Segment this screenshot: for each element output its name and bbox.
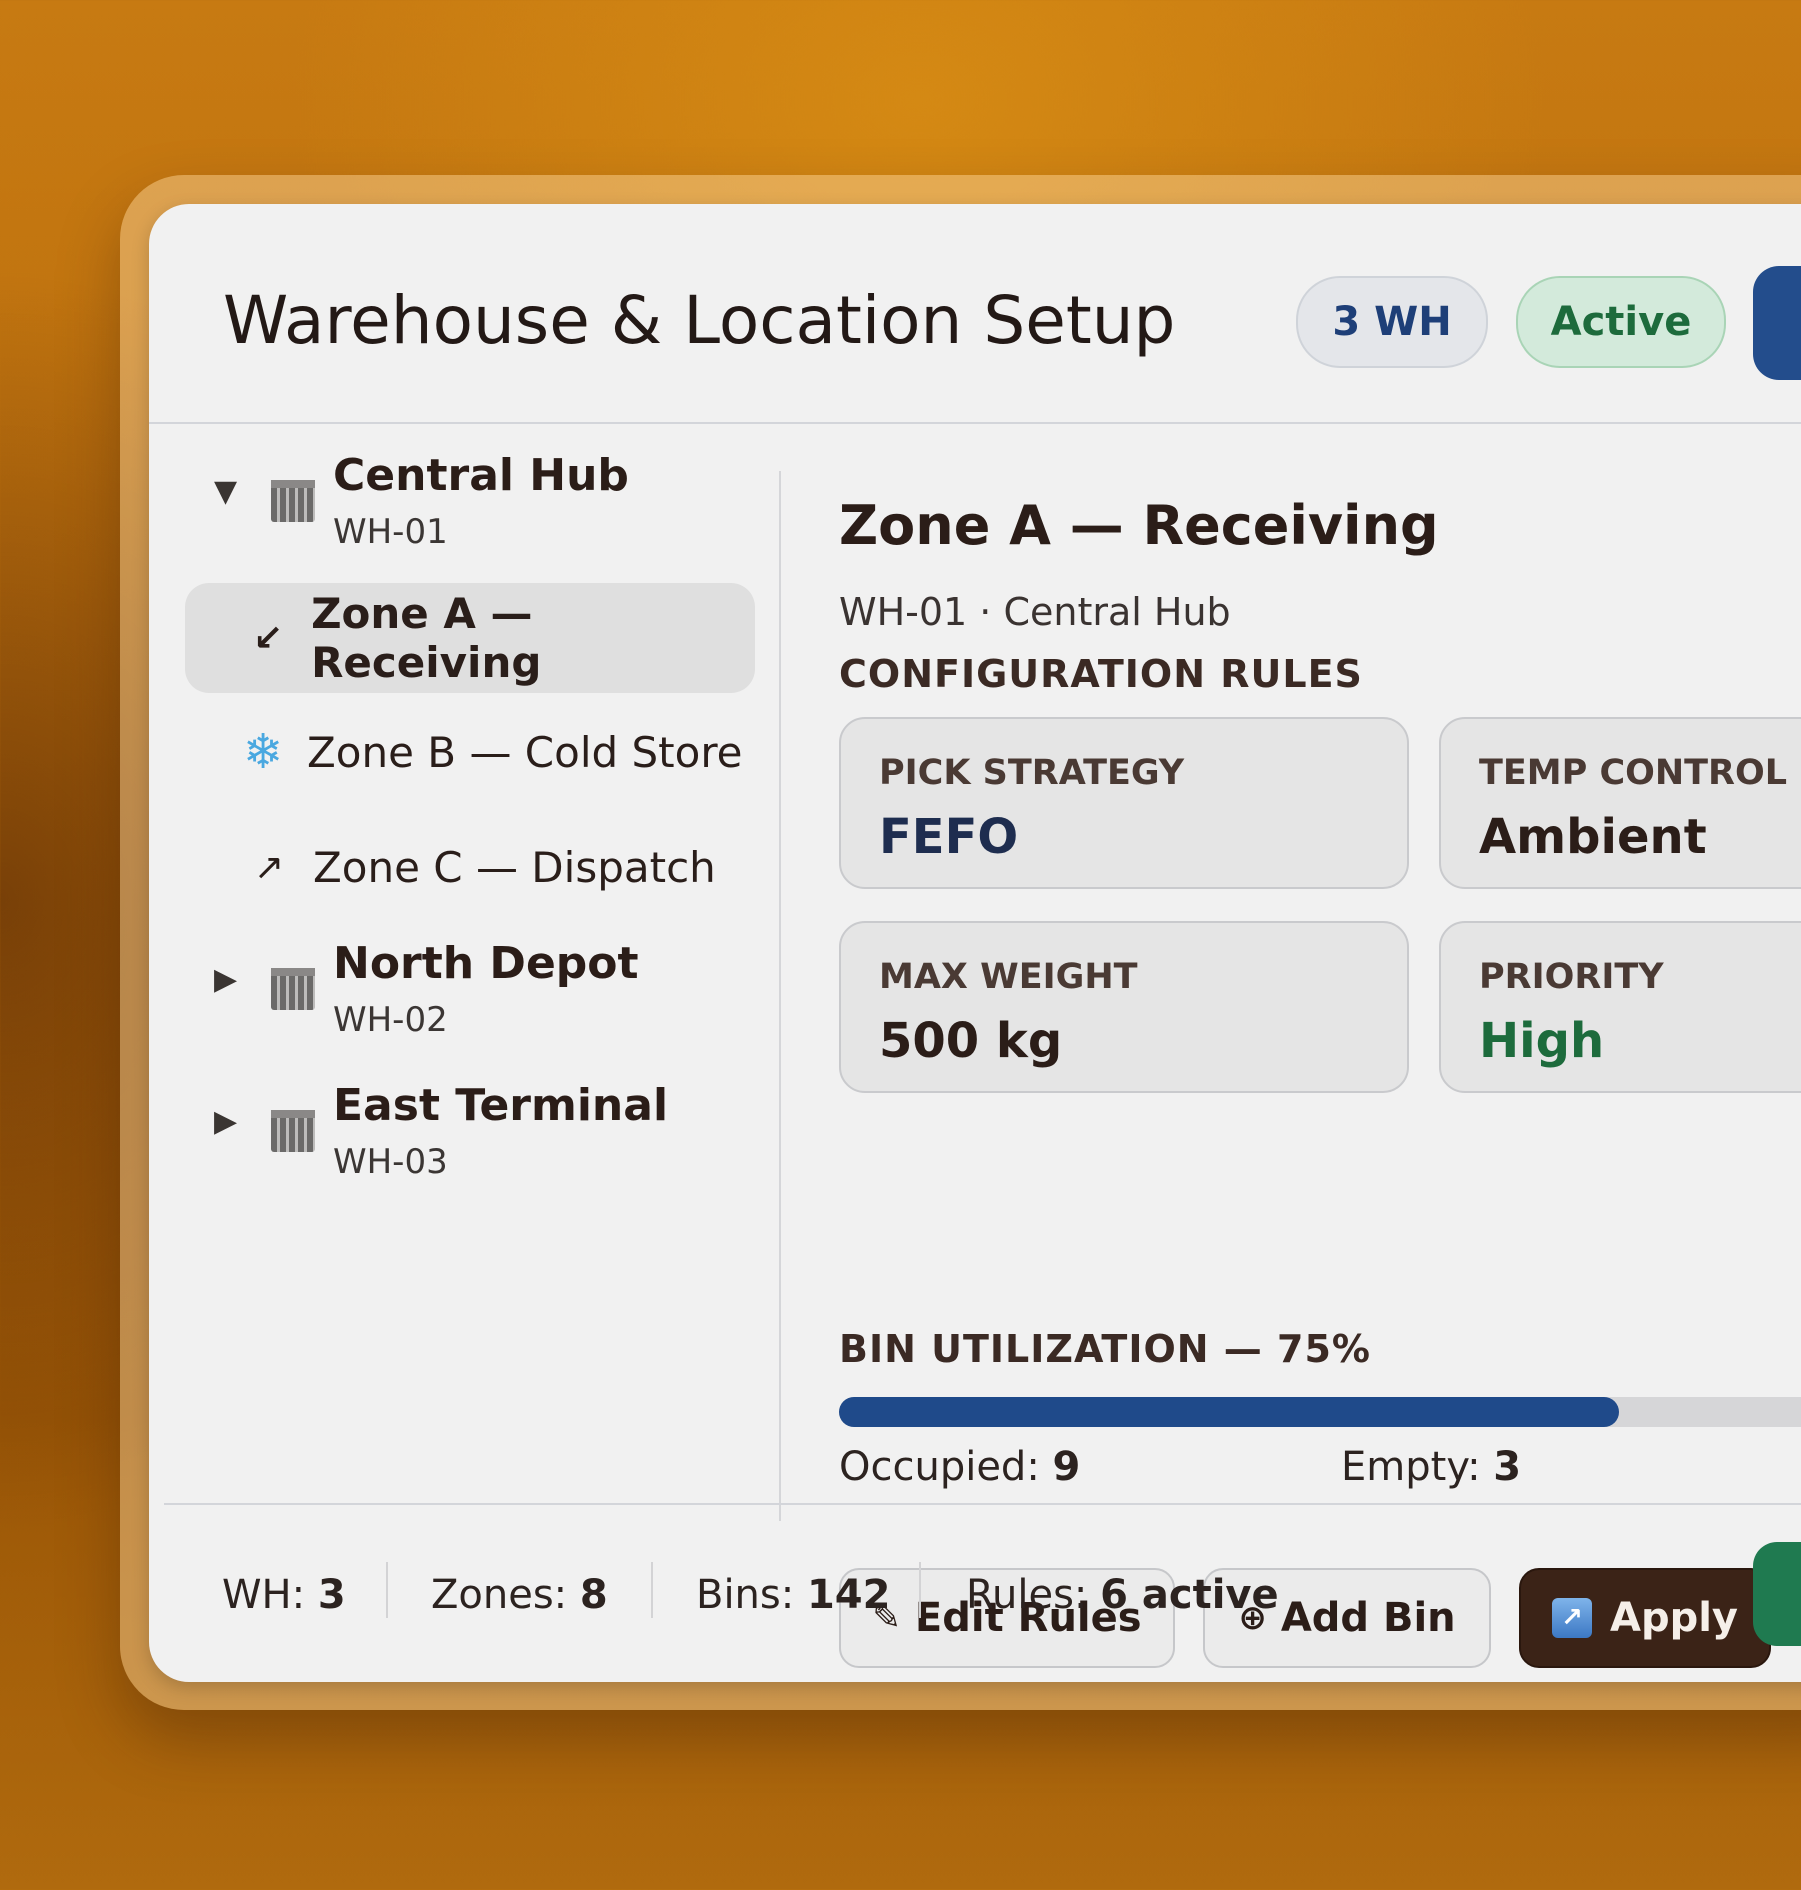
footer-rules-count: Rules: 6 active bbox=[966, 1572, 1279, 1618]
tree-item-east-terminal[interactable]: ▶ East Terminal WH-03 bbox=[149, 1052, 779, 1182]
rule-label: PRIORITY bbox=[1479, 957, 1664, 997]
rule-value: High bbox=[1479, 1013, 1605, 1069]
warehouse-name: East Terminal bbox=[333, 1080, 669, 1131]
rule-label: MAX WEIGHT bbox=[879, 957, 1138, 997]
warehouse-tree: ▼ Central Hub WH-01 ↙ Zone A — Receiving… bbox=[149, 422, 779, 1462]
rule-card-max-weight[interactable]: MAX WEIGHT 500 kg bbox=[839, 921, 1409, 1093]
footer-stats: WH: 3 Zones: 8 Bins: 142 Rules: 6 active bbox=[149, 1504, 1801, 1682]
arrow-up-right-icon: ↗ bbox=[253, 846, 285, 888]
footer-zone-count: Zones: 8 bbox=[431, 1572, 608, 1618]
occupied-stat: Occupied: 9 bbox=[839, 1444, 1081, 1490]
expanded-triangle-icon[interactable]: ▼ bbox=[214, 474, 237, 509]
page-title: Warehouse & Location Setup bbox=[223, 282, 1176, 359]
zone-label: Zone C — Dispatch bbox=[313, 842, 716, 892]
zone-detail-panel: Zone A — Receiving WH-01 · Central Hub C… bbox=[839, 422, 1801, 1668]
tree-item-zone-a[interactable]: ↙ Zone A — Receiving bbox=[185, 583, 755, 693]
header-action-button[interactable] bbox=[1753, 266, 1801, 380]
snowflake-icon: ❄ bbox=[243, 724, 284, 780]
rule-label: TEMP CONTROL bbox=[1479, 753, 1788, 793]
rule-card-temp-control[interactable]: TEMP CONTROL Ambient bbox=[1439, 717, 1801, 889]
rule-label: PICK STRATEGY bbox=[879, 753, 1185, 793]
footer-warehouse-count: WH: 3 bbox=[222, 1572, 346, 1618]
building-icon bbox=[271, 968, 315, 1010]
bin-utilization-heading: BIN UTILIZATION — 75% bbox=[839, 1327, 1371, 1371]
collapsed-triangle-icon[interactable]: ▶ bbox=[214, 962, 237, 997]
tree-item-north-depot[interactable]: ▶ North Depot WH-02 bbox=[149, 910, 779, 1040]
building-icon bbox=[271, 1110, 315, 1152]
zone-label: Zone B — Cold Store bbox=[307, 727, 743, 777]
zone-subtitle: WH-01 · Central Hub bbox=[839, 590, 1231, 634]
arrow-down-left-icon: ↙ bbox=[252, 617, 284, 659]
building-icon bbox=[271, 480, 315, 522]
utilization-progress-bar bbox=[839, 1397, 1801, 1427]
status-badge: Active bbox=[1516, 276, 1726, 368]
zone-label: Zone A — Receiving bbox=[311, 589, 542, 687]
tree-item-zone-b[interactable]: ❄ Zone B — Cold Store bbox=[185, 697, 755, 807]
sidebar-divider bbox=[779, 471, 781, 1521]
app-window: Warehouse & Location Setup 3 WH Active ▼… bbox=[149, 204, 1801, 1682]
tree-item-central-hub[interactable]: ▼ Central Hub WH-01 bbox=[149, 422, 779, 552]
footer-separator bbox=[919, 1562, 921, 1618]
empty-stat: Empty: 3 bbox=[1341, 1444, 1522, 1490]
rule-value: FEFO bbox=[879, 809, 1019, 865]
rule-card-pick-strategy[interactable]: PICK STRATEGY FEFO bbox=[839, 717, 1409, 889]
warehouse-count-badge: 3 WH bbox=[1296, 276, 1488, 368]
warehouse-code: WH-02 bbox=[333, 1000, 448, 1040]
warehouse-name: Central Hub bbox=[333, 450, 629, 501]
rule-value: Ambient bbox=[1479, 809, 1707, 865]
warehouse-code: WH-03 bbox=[333, 1142, 448, 1182]
header: Warehouse & Location Setup 3 WH Active bbox=[149, 204, 1801, 424]
warehouse-name: North Depot bbox=[333, 938, 639, 989]
utilization-progress-fill bbox=[839, 1397, 1619, 1427]
configuration-rules-heading: CONFIGURATION RULES bbox=[839, 652, 1363, 696]
tree-item-zone-c[interactable]: ↗ Zone C — Dispatch bbox=[185, 812, 755, 922]
warehouse-code: WH-01 bbox=[333, 512, 448, 552]
footer-separator bbox=[386, 1562, 388, 1618]
zone-title: Zone A — Receiving bbox=[839, 494, 1439, 557]
rule-card-priority[interactable]: PRIORITY High bbox=[1439, 921, 1801, 1093]
footer-separator bbox=[651, 1562, 653, 1618]
collapsed-triangle-icon[interactable]: ▶ bbox=[214, 1104, 237, 1139]
save-button[interactable] bbox=[1753, 1542, 1801, 1646]
rule-value: 500 kg bbox=[879, 1013, 1063, 1069]
footer-bin-count: Bins: 142 bbox=[696, 1572, 891, 1618]
